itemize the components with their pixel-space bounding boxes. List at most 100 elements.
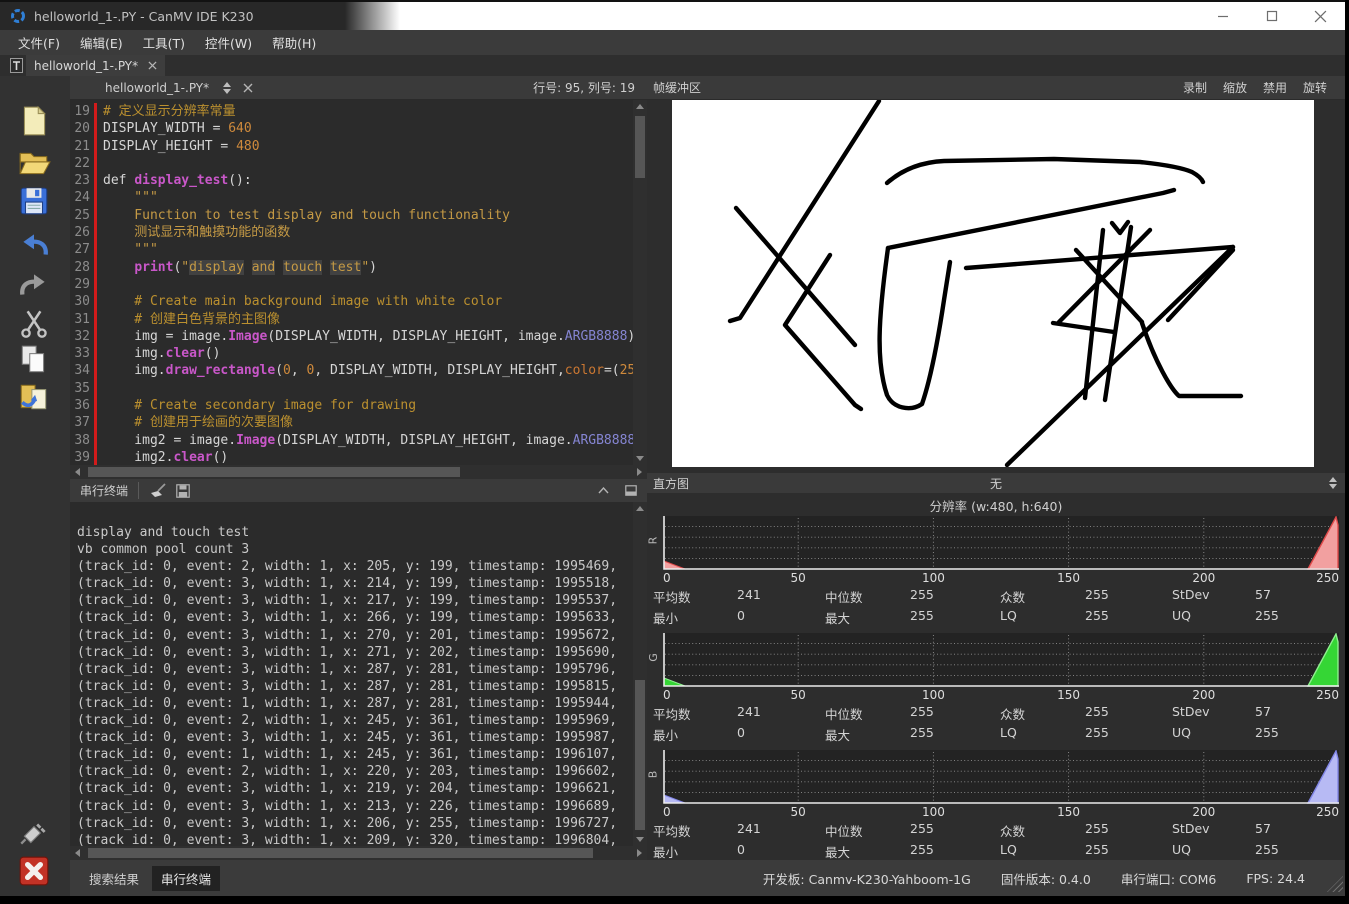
line-number: 26 (70, 224, 94, 241)
channel-axis-ticks: 050100150200250 (663, 805, 1339, 820)
editor-vscrollbar[interactable] (633, 100, 647, 465)
terminal-line-3: (track_id: 0, event: 3, width: 1, x: 214… (77, 575, 633, 592)
resolution-label: 分辨率 (w:480, h:640) (647, 496, 1345, 515)
channel-plot (663, 633, 1339, 687)
code-line-36: 36 # Create secondary image for drawing (70, 397, 633, 414)
code-line-31: 31 # 创建白色背景的主图像 (70, 311, 633, 328)
code-editor[interactable]: 19# 定义显示分辨率常量20DISPLAY_WIDTH = 64021DISP… (70, 100, 633, 465)
right-pane: 帧缓冲区 录制缩放禁用旋转 无 直方图 分辨率 (w:480, h:640) R… (647, 76, 1345, 860)
terminal-line-7: (track_id: 0, event: 3, width: 1, x: 271… (77, 644, 633, 661)
redo-button[interactable] (17, 268, 53, 302)
modified-marker (94, 259, 97, 276)
terminal-output[interactable]: display and touch testvb common pool cou… (70, 502, 633, 846)
new-file-button[interactable] (17, 104, 53, 138)
menu-item-2[interactable]: 工具(T) (133, 30, 195, 55)
modified-marker (94, 397, 97, 414)
histogram-channel-R: R050100150200250平均数241中位数255众数255StDev57… (647, 516, 1345, 633)
connect-button[interactable] (17, 816, 53, 850)
framebuffer-button-0[interactable]: 录制 (1175, 77, 1215, 98)
maximize-button[interactable] (1249, 2, 1295, 30)
save-file-button[interactable] (17, 184, 53, 218)
close-button[interactable] (1297, 2, 1343, 30)
menu-bar: 文件(F)编辑(E)工具(T)控件(W)帮助(H) (0, 30, 1345, 55)
status-item-2: 串行端口: COM6 (1121, 869, 1217, 888)
channel-plot (663, 750, 1339, 804)
line-number: 23 (70, 172, 94, 189)
undo-button[interactable] (17, 228, 53, 262)
terminal-line-13: (track_id: 0, event: 1, width: 1, x: 245… (77, 746, 633, 763)
channel-axis-ticks: 050100150200250 (663, 688, 1339, 703)
left-toolbar (0, 76, 70, 896)
code-line-29: 29 (70, 276, 633, 293)
code-line-24: 24 """ (70, 189, 633, 206)
document-selector[interactable]: helloworld_1-.PY* (105, 81, 209, 95)
stop-button[interactable] (17, 854, 53, 888)
histogram-mode-combo-icon[interactable] (1329, 477, 1337, 489)
framebuffer-buttons: 录制缩放禁用旋转 (1175, 77, 1335, 98)
terminal-line-4: (track_id: 0, event: 3, width: 1, x: 217… (77, 592, 633, 609)
terminal-line-11: (track_id: 0, event: 2, width: 1, x: 245… (77, 712, 633, 729)
code-line-39: 39 img2.clear() (70, 449, 633, 465)
histogram-mode-value: 无 (647, 475, 1345, 492)
line-number: 21 (70, 138, 94, 155)
editor-hscrollbar[interactable] (70, 465, 647, 479)
terminal-line-5: (track_id: 0, event: 3, width: 1, x: 266… (77, 609, 633, 626)
line-number: 38 (70, 432, 94, 449)
copy-button[interactable] (17, 343, 53, 377)
line-number: 25 (70, 207, 94, 224)
cut-button[interactable] (17, 306, 53, 340)
file-type-icon (10, 58, 23, 73)
line-number: 29 (70, 276, 94, 293)
framebuffer-button-1[interactable]: 缩放 (1215, 77, 1255, 98)
document-close-icon[interactable] (243, 83, 253, 93)
collapse-panel-icon[interactable] (598, 487, 609, 494)
terminal-vscrollbar[interactable] (633, 502, 647, 846)
bottom-tabs: 搜索结果串行终端 (80, 866, 224, 891)
terminal-line-16: (track_id: 0, event: 3, width: 1, x: 213… (77, 798, 633, 815)
code-line-25: 25 Function to test display and touch fu… (70, 207, 633, 224)
modified-marker (94, 311, 97, 328)
menu-item-0[interactable]: 文件(F) (8, 30, 70, 55)
open-file-button[interactable] (17, 146, 53, 180)
code-line-34: 34 img.draw_rectangle(0, 0, DISPLAY_WIDT… (70, 362, 633, 379)
framebuffer-button-2[interactable]: 禁用 (1255, 77, 1295, 98)
minimize-button[interactable] (1200, 2, 1246, 30)
detach-panel-icon[interactable] (625, 485, 637, 496)
channel-plot (663, 516, 1339, 570)
terminal-hscrollbar[interactable] (70, 846, 647, 860)
code-line-27: 27 """ (70, 241, 633, 258)
app-logo-icon (10, 8, 26, 24)
menu-item-3[interactable]: 控件(W) (195, 30, 262, 55)
terminal-line-0: display and touch test (77, 524, 633, 541)
resize-grip[interactable] (1327, 876, 1343, 892)
clear-terminal-icon[interactable] (149, 483, 166, 498)
menu-item-1[interactable]: 编辑(E) (70, 30, 133, 55)
line-number: 37 (70, 414, 94, 431)
tab-helloworld[interactable]: helloworld_1-.PY* (26, 55, 165, 76)
code-line-20: 20DISPLAY_WIDTH = 640 (70, 120, 633, 137)
paste-button[interactable] (17, 380, 53, 414)
code-line-23: 23def display_test(): (70, 172, 633, 189)
status-item-3: FPS: 24.4 (1246, 871, 1305, 886)
terminal-header: 串行终端 (70, 479, 647, 502)
document-selector-arrows-icon[interactable] (223, 82, 231, 94)
bottom-status-strip: 搜索结果串行终端 开发板: Canmv-K230-Yahboom-1G固件版本:… (70, 860, 1345, 896)
histogram-header: 无 直方图 (647, 473, 1345, 493)
line-number: 33 (70, 345, 94, 362)
tab-close-icon[interactable] (148, 61, 157, 70)
framebuffer-button-3[interactable]: 旋转 (1295, 77, 1335, 98)
terminal-line-10: (track_id: 0, event: 1, width: 1, x: 287… (77, 695, 633, 712)
save-log-icon[interactable] (176, 484, 190, 498)
line-number: 24 (70, 189, 94, 206)
tab-label: helloworld_1-.PY* (34, 59, 138, 73)
modified-marker (94, 432, 97, 449)
bottom-tab-0[interactable]: 搜索结果 (80, 866, 148, 891)
terminal-line-2: (track_id: 0, event: 2, width: 1, x: 205… (77, 558, 633, 575)
modified-marker (94, 449, 97, 465)
bottom-tab-1[interactable]: 串行终端 (152, 866, 220, 891)
terminal-line-8: (track_id: 0, event: 3, width: 1, x: 287… (77, 661, 633, 678)
histogram-channels: R050100150200250平均数241中位数255众数255StDev57… (647, 516, 1345, 867)
terminal-line-9: (track_id: 0, event: 3, width: 1, x: 287… (77, 678, 633, 695)
cursor-position: 行号: 95, 列号: 19 (533, 79, 635, 96)
menu-item-4[interactable]: 帮助(H) (262, 30, 326, 55)
